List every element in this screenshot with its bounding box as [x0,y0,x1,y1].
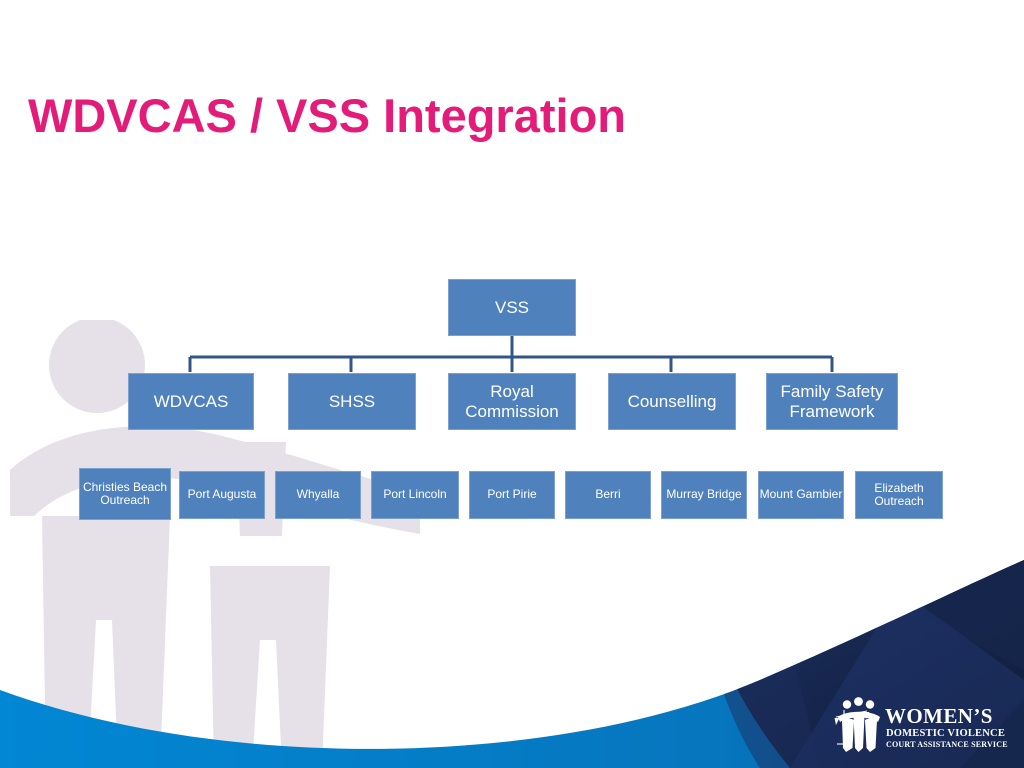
chart-node-label: Port Pirie [487,487,537,502]
chart-node-label: Elizabeth Outreach [874,480,924,508]
chart-node-label: Murray Bridge [666,487,742,502]
slide-canvas: WDVCAS / VSS Integration VSS WDVCAS SHSS… [0,0,1024,768]
org-chart: VSS WDVCAS SHSS Royal Commission Counsel… [0,0,1024,768]
chart-node-christies-beach-outreach[interactable]: Christies Beach Outreach [79,468,171,520]
chart-node-label: Christies Beach Outreach [82,479,168,507]
chart-node-label: Royal Commission [465,382,559,421]
chart-node-label: WDVCAS [153,391,229,411]
chart-node-label: Port Lincoln [383,487,447,502]
wdvcas-logo: WOMEN’S DOMESTIC VIOLENCE COURT ASSISTAN… [834,697,1008,752]
chart-node-port-augusta[interactable]: Port Augusta [179,471,265,519]
chart-node-shss[interactable]: SHSS [288,373,416,430]
chart-node-whyalla[interactable]: Whyalla [275,471,361,519]
logo-line-1: WOMEN’S [885,704,993,728]
chart-node-label: Counselling [627,391,717,411]
chart-node-family-safety-framework[interactable]: Family Safety Framework [766,373,898,430]
logo-line-3: COURT ASSISTANCE SERVICE [886,740,1008,749]
chart-node-royal-commission[interactable]: Royal Commission [448,373,576,430]
chart-node-wdvcas[interactable]: WDVCAS [128,373,254,430]
chart-node-mount-gambier[interactable]: Mount Gambier [758,471,844,519]
logo-line-2: DOMESTIC VIOLENCE [886,728,1005,739]
chart-node-murray-bridge[interactable]: Murray Bridge [661,471,747,519]
chart-node-label: Port Augusta [187,487,257,502]
chart-node-label: Whyalla [296,487,340,502]
chart-node-counselling[interactable]: Counselling [608,373,736,430]
chart-node-label: Family Safety Framework [780,382,884,421]
chart-node-label: Berri [595,487,621,502]
chart-node-vss[interactable]: VSS [448,279,576,336]
chart-node-port-pirie[interactable]: Port Pirie [469,471,555,519]
chart-node-port-lincoln[interactable]: Port Lincoln [371,471,459,519]
chart-node-elizabeth-outreach[interactable]: Elizabeth Outreach [855,471,943,519]
chart-node-label: SHSS [328,391,376,411]
chart-node-label: Mount Gambier [759,487,843,502]
chart-node-berri[interactable]: Berri [565,471,651,519]
chart-node-label: VSS [494,297,530,317]
